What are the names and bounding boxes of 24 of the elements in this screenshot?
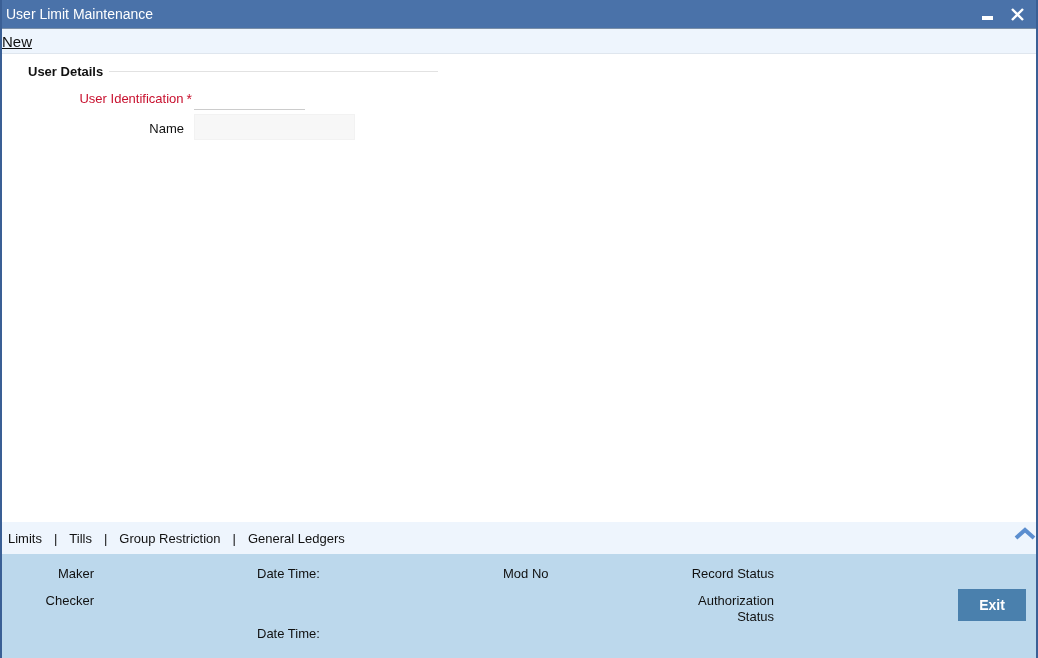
tab[interactable]: Group Restriction: [119, 530, 221, 546]
field-label: Name: [149, 121, 185, 138]
tab-separator: |: [53, 530, 58, 546]
field-label: User Identification: [79, 91, 185, 108]
window-title: User Limit Maintenance: [6, 6, 154, 22]
exit-button[interactable]: Exit: [958, 589, 1026, 621]
close-icon[interactable]: [1011, 7, 1024, 21]
section-title: User Details: [27, 64, 105, 79]
required-mark: *: [186, 91, 192, 107]
tab-separator: |: [103, 530, 108, 546]
tab-separator: |: [232, 530, 236, 546]
date-time-label: Date Time:: [256, 625, 321, 636]
tab[interactable]: General Ledgers: [247, 530, 345, 546]
mod-no-label: Mod No: [503, 566, 550, 583]
minimize-icon[interactable]: [982, 16, 993, 20]
chevron-up-icon[interactable]: [1014, 527, 1036, 540]
date-time-label: Date Time:: [256, 566, 321, 583]
maker-label: Maker: [56, 566, 94, 583]
new-link[interactable]: New: [2, 32, 32, 50]
authorization-status-label: Authorization Status: [698, 593, 774, 626]
record-status-label: Record Status: [691, 566, 774, 583]
checker-label: Checker: [44, 593, 94, 610]
tab[interactable]: Limits: [8, 530, 42, 546]
tab[interactable]: Tills: [69, 530, 92, 546]
